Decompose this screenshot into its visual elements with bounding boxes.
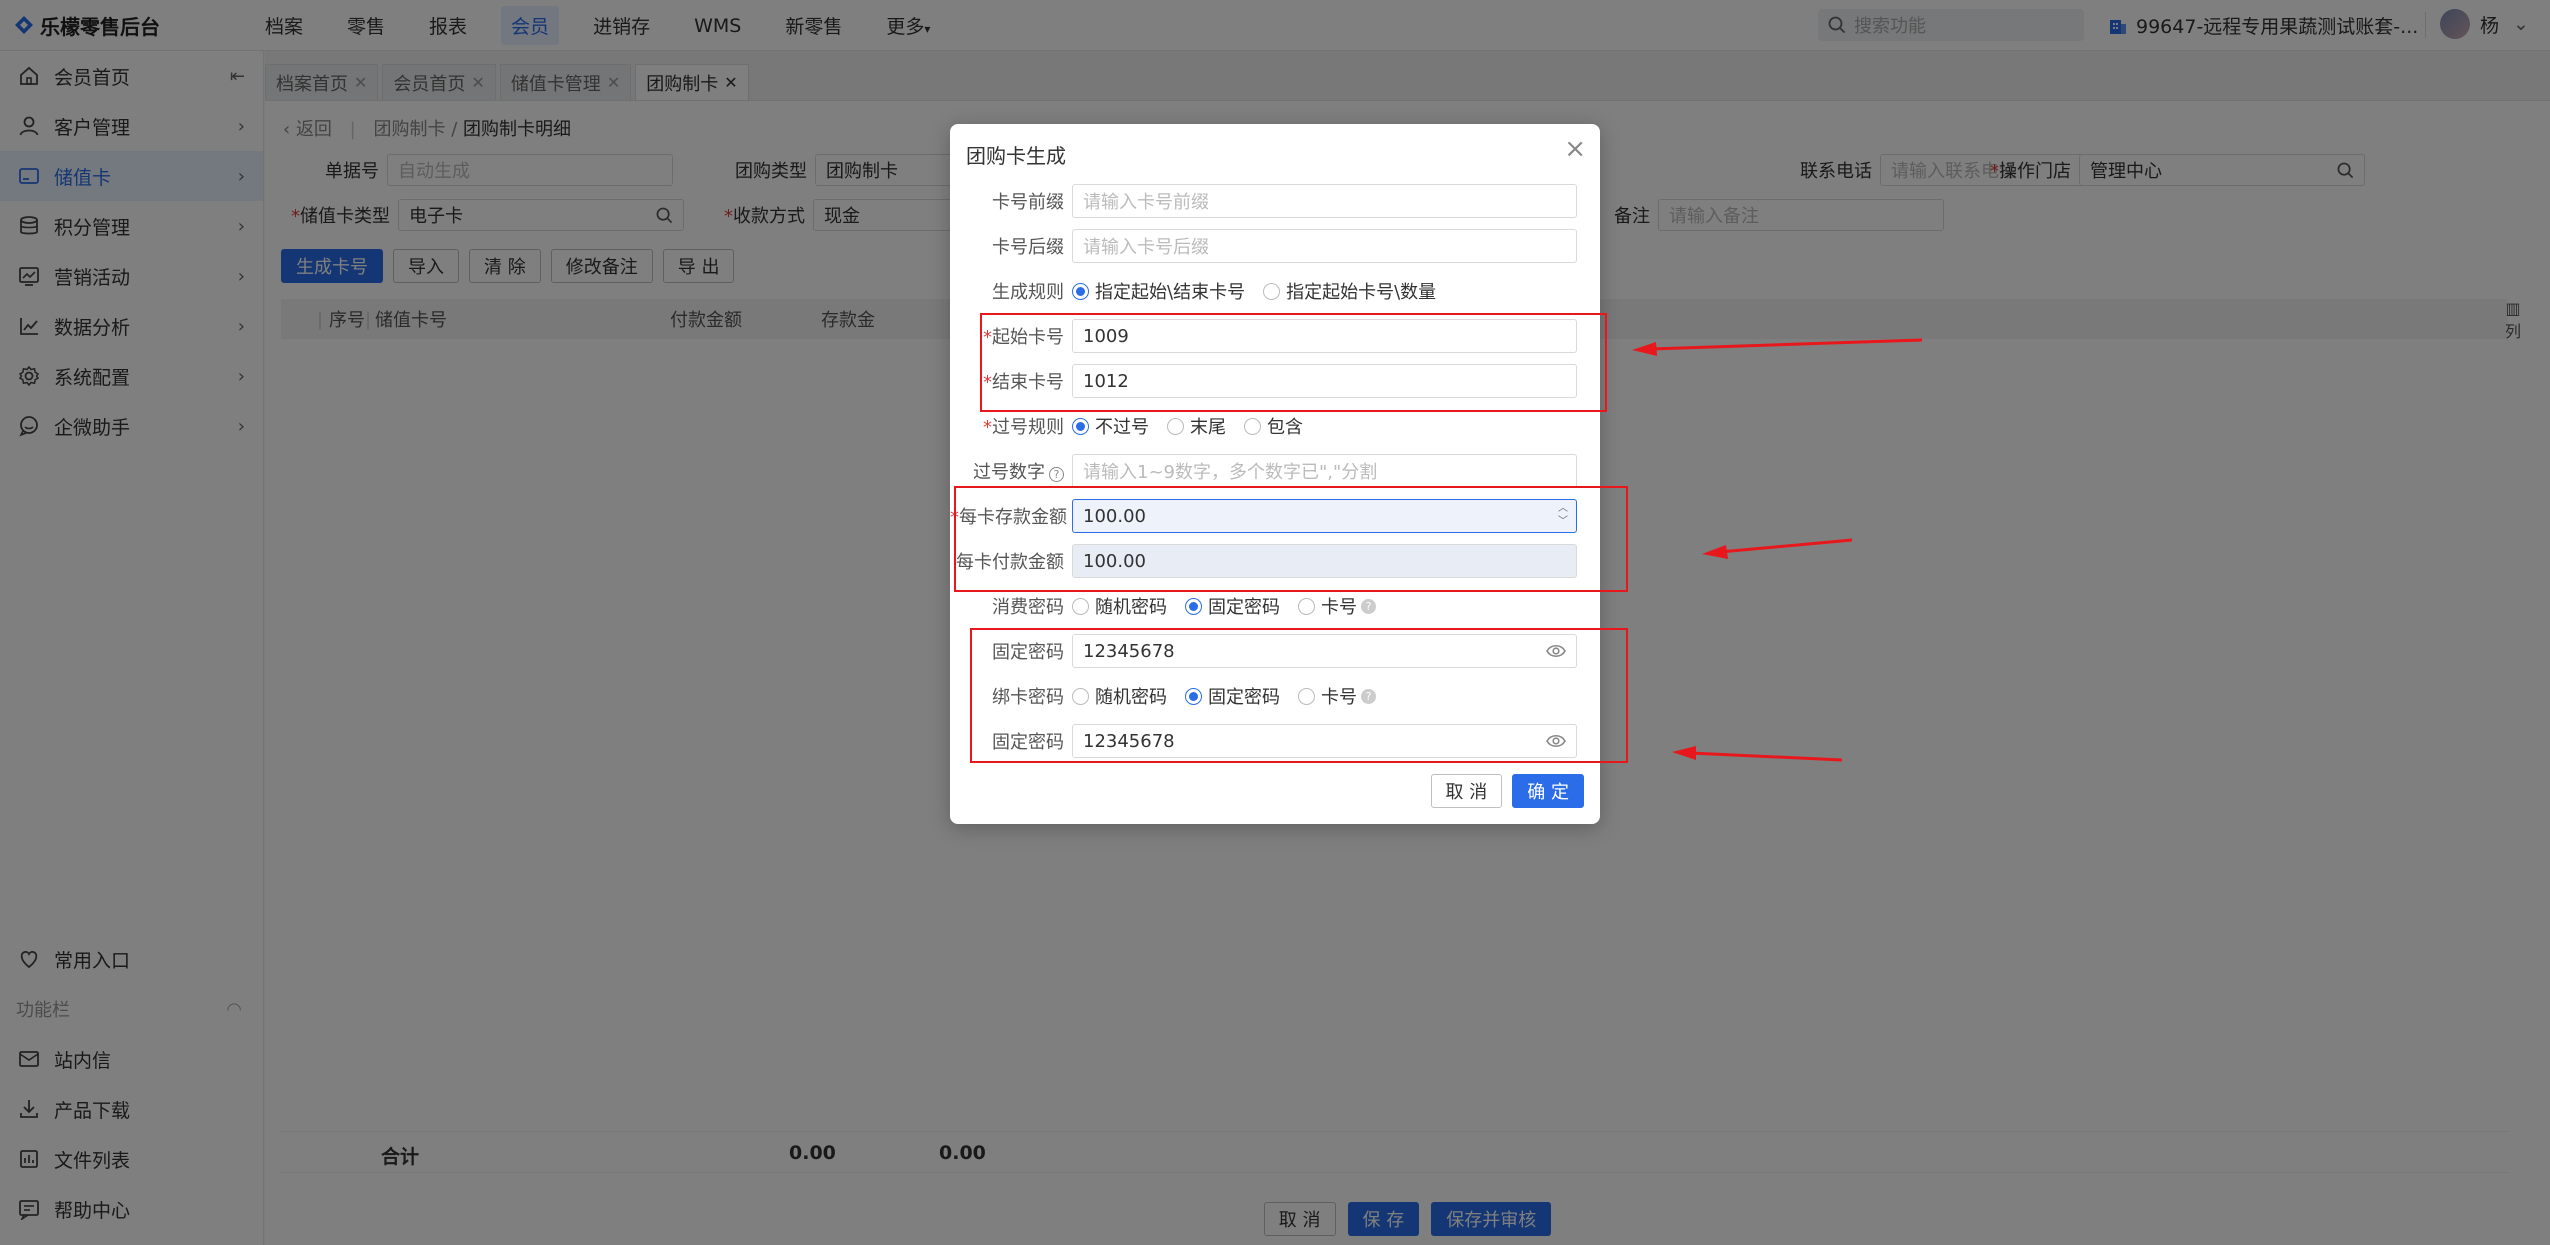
consume-random-radio[interactable]: 随机密码 <box>1072 593 1167 619</box>
radio-dot <box>1244 417 1261 435</box>
skip-contains-radio[interactable]: 包含 <box>1244 413 1303 439</box>
prefix-row: 卡号前缀 请输入卡号前缀 <box>950 183 1600 219</box>
annotation-box-amounts <box>954 486 1628 592</box>
dialog-confirm-button[interactable]: 确 定 <box>1512 774 1584 808</box>
radio-label: 指定起始卡号\数量 <box>1286 282 1437 303</box>
card-prefix-input[interactable]: 请输入卡号前缀 <box>1072 184 1577 218</box>
suffix-placeholder: 请输入卡号后缀 <box>1083 237 1209 258</box>
rule-start-qty-radio[interactable]: 指定起始卡号\数量 <box>1263 278 1436 304</box>
skip-tail-radio[interactable]: 末尾 <box>1167 413 1226 439</box>
dialog-title: 团购卡生成 <box>966 144 1066 168</box>
radio-label: 不过号 <box>1095 417 1149 438</box>
dialog-footer: 取 消 确 定 <box>1430 774 1584 808</box>
radio-label: 包含 <box>1267 417 1303 438</box>
field-label: 卡号后缀 <box>992 237 1064 258</box>
field-label: 消费密码 <box>992 597 1064 618</box>
prefix-placeholder: 请输入卡号前缀 <box>1083 192 1209 213</box>
skip-digits-input[interactable]: 请输入1~9数字，多个数字已","分割 <box>1072 454 1577 488</box>
radio-dot <box>1072 417 1089 435</box>
skip-none-radio[interactable]: 不过号 <box>1072 413 1149 439</box>
radio-dot <box>1298 597 1315 615</box>
suffix-row: 卡号后缀 请输入卡号后缀 <box>950 228 1600 264</box>
annotation-box-card-range <box>980 313 1607 412</box>
rule-row: 生成规则 指定起始\结束卡号 指定起始卡号\数量 <box>950 273 1600 309</box>
field-label: 过号规则 <box>992 417 1064 438</box>
skip-digits-placeholder: 请输入1~9数字，多个数字已","分割 <box>1083 462 1378 483</box>
radio-label: 固定密码 <box>1208 597 1280 618</box>
radio-label: 指定起始\结束卡号 <box>1095 282 1246 303</box>
card-suffix-input[interactable]: 请输入卡号后缀 <box>1072 229 1577 263</box>
rule-start-end-radio[interactable]: 指定起始\结束卡号 <box>1072 278 1245 304</box>
annotation-box-passwords <box>970 628 1628 763</box>
annotation-arrow <box>1672 746 1843 762</box>
annotation-arrow <box>1632 338 1923 356</box>
required-mark: * <box>983 417 992 438</box>
annotation-arrow <box>1702 538 1853 559</box>
help-icon[interactable]: ? <box>1049 467 1064 482</box>
field-label: 过号数字 <box>973 462 1045 483</box>
skip-digits-row: 过号数字? 请输入1~9数字，多个数字已","分割 <box>950 453 1600 489</box>
field-label: 卡号前缀 <box>992 192 1064 213</box>
radio-dot <box>1263 282 1281 300</box>
radio-dot <box>1072 597 1089 615</box>
radio-label: 随机密码 <box>1095 597 1167 618</box>
help-icon[interactable]: ? <box>1361 598 1376 614</box>
dialog-cancel-button[interactable]: 取 消 <box>1430 774 1503 808</box>
radio-dot <box>1072 282 1089 300</box>
radio-label: 卡号 <box>1321 597 1357 618</box>
consume-fixed-radio[interactable]: 固定密码 <box>1185 593 1280 619</box>
consume-password-row: 消费密码 随机密码 固定密码 卡号? <box>950 588 1600 624</box>
skip-rule-row: *过号规则 不过号 末尾 包含 <box>950 408 1600 444</box>
radio-label: 末尾 <box>1190 417 1226 438</box>
close-icon[interactable]: × <box>1564 136 1586 162</box>
radio-dot <box>1167 417 1184 435</box>
radio-dot <box>1185 597 1202 615</box>
consume-cardno-radio[interactable]: 卡号? <box>1298 593 1376 619</box>
field-label: 生成规则 <box>992 282 1064 303</box>
